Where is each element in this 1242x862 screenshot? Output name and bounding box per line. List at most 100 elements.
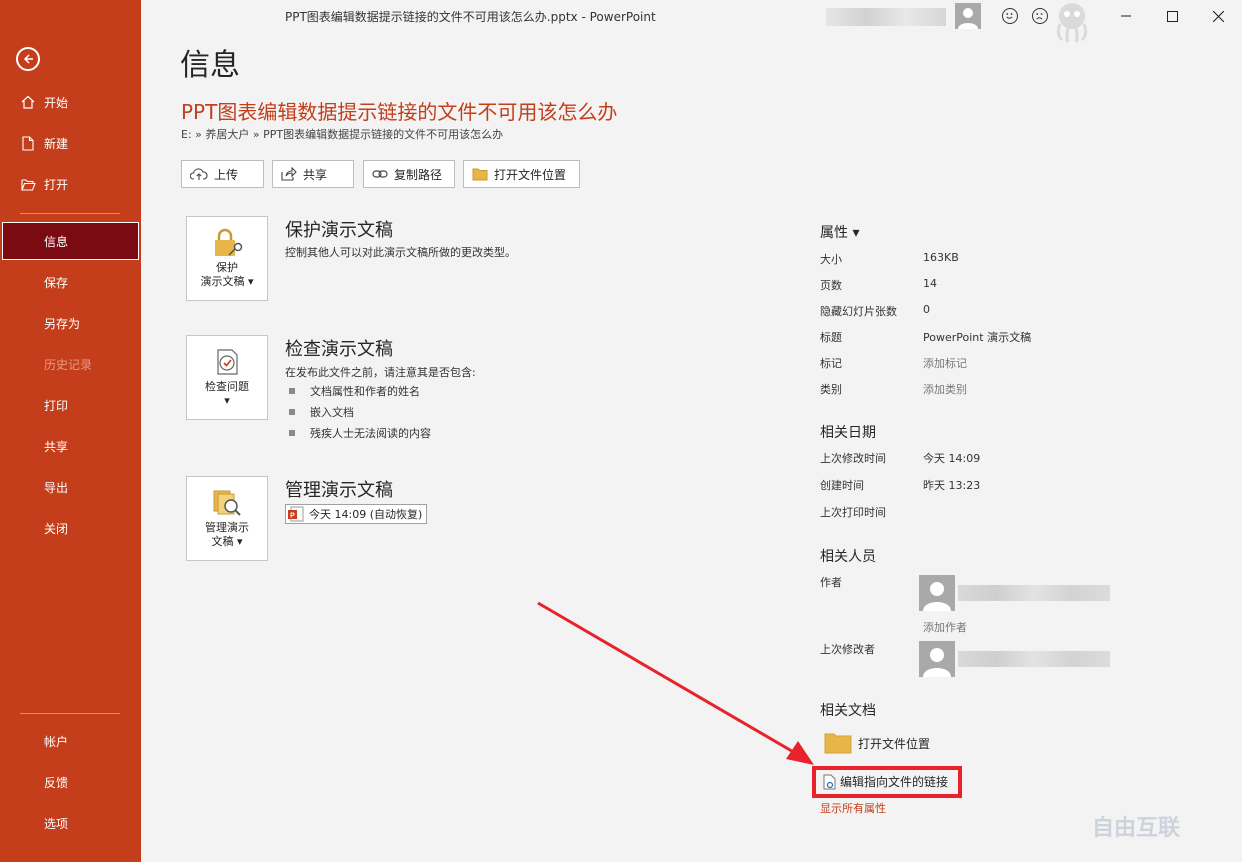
sidebar-item-print[interactable]: 打印 (0, 386, 141, 424)
highlight-annotation-box (812, 766, 962, 798)
share-arrow-icon (281, 167, 297, 181)
sidebar-item-open[interactable]: 打开 (0, 165, 141, 203)
protect-button-line1: 保护 (216, 261, 238, 274)
maximize-button[interactable] (1156, 4, 1188, 28)
manage-presentation-button[interactable]: 管理演示 文稿 ▾ (186, 476, 268, 561)
annotation-arrow (537, 601, 814, 765)
add-tag-field[interactable]: 添加标记 (923, 355, 967, 371)
inspect-bullet: 文档属性和作者的姓名 (289, 383, 420, 399)
sidebar-item-label: 开始 (44, 95, 69, 110)
protect-presentation-button[interactable]: 保护 演示文稿 ▾ (186, 216, 268, 301)
sidebar-item-label: 打开 (44, 177, 69, 192)
sidebar-item-label: 新建 (44, 136, 69, 151)
show-all-properties-link[interactable]: 显示所有属性 (820, 800, 886, 816)
back-arrow-icon[interactable] (16, 47, 40, 71)
author-name-blurred (958, 585, 1110, 601)
properties-header[interactable]: 属性 ▾ (820, 222, 859, 242)
autosave-version-item[interactable]: P 今天 14:09 (自动恢复) (285, 504, 428, 524)
share-button[interactable]: 共享 (272, 160, 354, 188)
add-author-link[interactable]: 添加作者 (923, 619, 967, 635)
svg-text:P: P (290, 513, 295, 520)
sidebar-divider (20, 213, 120, 214)
related-people-header: 相关人员 (820, 549, 876, 565)
minimize-button[interactable] (1110, 4, 1142, 28)
page-title: 信息 (180, 48, 240, 83)
folder-icon (824, 733, 852, 754)
related-dates-header: 相关日期 (820, 425, 876, 441)
sidebar-item-label: 历史记录 (44, 357, 93, 372)
related-documents-header: 相关文档 (820, 703, 876, 719)
sidebar-item-new[interactable]: 新建 (0, 124, 141, 162)
smile-feedback-icon[interactable] (1002, 8, 1018, 24)
manage-button-line2: 文稿 ▾ (211, 535, 243, 548)
open-location-label: 打开文件位置 (494, 167, 567, 182)
sidebar-item-label: 另存为 (44, 316, 81, 331)
document-path-breadcrumb[interactable]: E: » 养居大户 » PPT图表编辑数据提示链接的文件不可用该怎么办 (181, 126, 503, 142)
prop-label-category: 类别 (820, 383, 842, 396)
prop-label-size: 大小 (820, 253, 842, 266)
copy-path-button[interactable]: 复制路径 (363, 160, 455, 188)
inspect-button-line1: 检查问题 (205, 380, 249, 393)
prop-value-size: 163KB (923, 251, 959, 264)
sidebar-item-label: 导出 (44, 480, 69, 495)
sidebar-item-save[interactable]: 保存 (0, 263, 141, 301)
upload-label: 上传 (214, 167, 239, 182)
protect-title: 保护演示文稿 (285, 220, 393, 241)
date-label-modified: 上次修改时间 (820, 452, 886, 465)
new-file-icon (20, 135, 36, 151)
date-value-modified: 今天 14:09 (923, 452, 981, 465)
frown-feedback-icon[interactable] (1032, 8, 1048, 24)
inspect-button-line2: ▾ (224, 394, 230, 407)
sidebar-item-info[interactable]: 信息 (2, 222, 139, 260)
sidebar-item-share[interactable]: 共享 (0, 427, 141, 465)
sidebar-item-label: 反馈 (44, 775, 69, 790)
date-label-created: 创建时间 (820, 479, 864, 492)
sidebar-item-label: 信息 (44, 234, 69, 249)
sidebar-item-close[interactable]: 关闭 (0, 509, 141, 547)
link-icon (372, 169, 388, 179)
manage-versions-icon (213, 490, 241, 516)
backstage-sidebar: 开始 新建 打开 信息 保存 另存为 历史记录 打印 共享 导出 关闭 帐户 反… (0, 0, 141, 862)
share-label: 共享 (303, 167, 328, 182)
sidebar-divider (20, 713, 120, 714)
manage-button-line1: 管理演示 (205, 521, 249, 534)
open-folder-icon (20, 176, 36, 192)
prop-label-hidden-slides: 隐藏幻灯片张数 (820, 305, 897, 318)
inspect-document-button[interactable]: 检查问题 ▾ (186, 335, 268, 420)
date-label-printed: 上次打印时间 (820, 506, 886, 519)
related-open-location[interactable]: 打开文件位置 (824, 732, 930, 754)
sidebar-item-account[interactable]: 帐户 (0, 722, 141, 760)
inspect-description: 在发布此文件之前，请注意其是否包含: (285, 366, 476, 379)
sidebar-item-options[interactable]: 选项 (0, 804, 141, 842)
prop-label-pages: 页数 (820, 279, 842, 292)
open-file-location-button[interactable]: 打开文件位置 (463, 160, 580, 188)
sidebar-item-save-as[interactable]: 另存为 (0, 304, 141, 342)
inspect-title: 检查演示文稿 (285, 339, 393, 360)
protect-description: 控制其他人可以对此演示文稿所做的更改类型。 (285, 246, 516, 259)
upload-button[interactable]: 上传 (181, 160, 264, 188)
inspect-bullet: 嵌入文档 (289, 404, 354, 420)
sidebar-item-label: 帐户 (44, 734, 69, 749)
sidebar-item-export[interactable]: 导出 (0, 468, 141, 506)
prop-value-title[interactable]: PowerPoint 演示文稿 (923, 329, 1031, 345)
user-avatar[interactable] (955, 3, 981, 29)
last-modifier-avatar[interactable] (919, 641, 955, 677)
version-label: 今天 14:09 (自动恢复) (309, 508, 423, 521)
lock-key-icon (215, 228, 243, 256)
folder-icon (472, 168, 488, 181)
sidebar-item-feedback[interactable]: 反馈 (0, 763, 141, 801)
related-open-location-label: 打开文件位置 (858, 736, 931, 751)
add-category-field[interactable]: 添加类别 (923, 381, 967, 397)
sidebar-item-home[interactable]: 开始 (0, 83, 141, 121)
inspect-checklist-icon (217, 349, 238, 375)
prop-label-tags: 标记 (820, 357, 842, 370)
document-title: PPT图表编辑数据提示链接的文件不可用该怎么办 (181, 100, 618, 124)
author-avatar[interactable] (919, 575, 955, 611)
cloud-upload-icon (190, 167, 208, 181)
prop-value-pages: 14 (923, 277, 937, 290)
inspect-bullet: 残疾人士无法阅读的内容 (289, 425, 431, 441)
close-window-button[interactable] (1202, 4, 1234, 28)
home-icon (20, 94, 36, 110)
author-label: 作者 (820, 576, 842, 589)
powerpoint-file-icon: P (288, 506, 304, 522)
